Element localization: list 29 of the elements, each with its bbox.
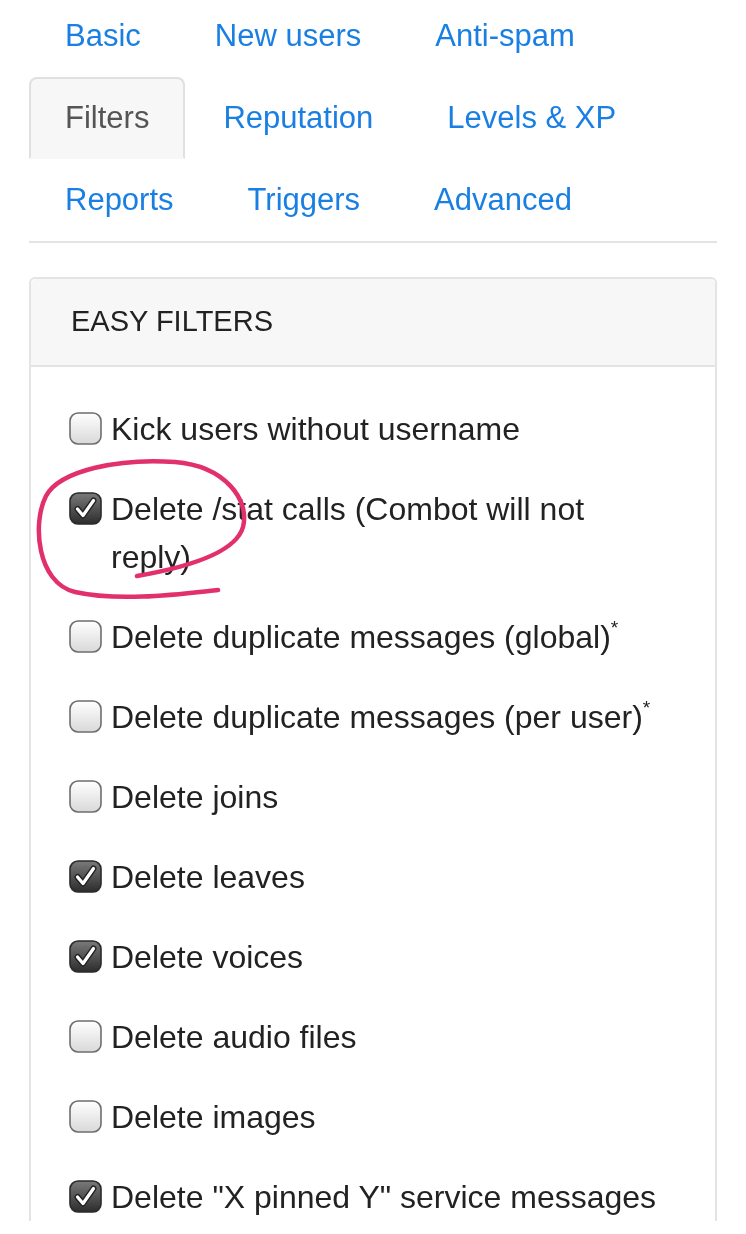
filter-label: Kick users without username: [111, 410, 521, 449]
filter-label: Delete duplicate messages (global)$^{*}$: [111, 615, 619, 657]
tab[interactable]: Levels & XP: [411, 77, 653, 159]
filter-label: Delete images: [111, 1098, 316, 1137]
checkbox[interactable]: [69, 860, 102, 893]
tab[interactable]: Triggers: [211, 159, 397, 241]
tab[interactable]: Anti-spam: [399, 0, 611, 77]
panel-title: EASY FILTERS: [71, 304, 273, 340]
checkbox[interactable]: [69, 492, 102, 525]
tab[interactable]: Reports: [29, 159, 210, 241]
tab[interactable]: Filters: [29, 77, 186, 159]
filter-label: Delete audio files: [111, 1018, 357, 1057]
filter-label: Delete duplicate messages (per user)$^{*}$: [111, 695, 651, 737]
filter-label: Delete leaves: [111, 858, 305, 897]
checkbox[interactable]: [69, 940, 102, 973]
checkbox[interactable]: [69, 412, 102, 445]
tab[interactable]: New users: [178, 0, 398, 77]
checkbox[interactable]: [69, 700, 102, 733]
checkbox[interactable]: [69, 620, 102, 653]
checkbox[interactable]: [69, 1180, 102, 1213]
filter-label: Delete joins: [111, 778, 279, 817]
tab[interactable]: Reputation: [187, 77, 410, 159]
filter-label: Delete "X pinned Y" service messages: [111, 1178, 657, 1217]
checkbox[interactable]: [69, 780, 102, 813]
filter-label: Delete voices: [111, 938, 304, 977]
checkbox[interactable]: [69, 1100, 102, 1133]
checkbox[interactable]: [69, 1020, 102, 1053]
tab[interactable]: Advanced: [398, 159, 608, 241]
tab[interactable]: Basic: [29, 0, 177, 77]
